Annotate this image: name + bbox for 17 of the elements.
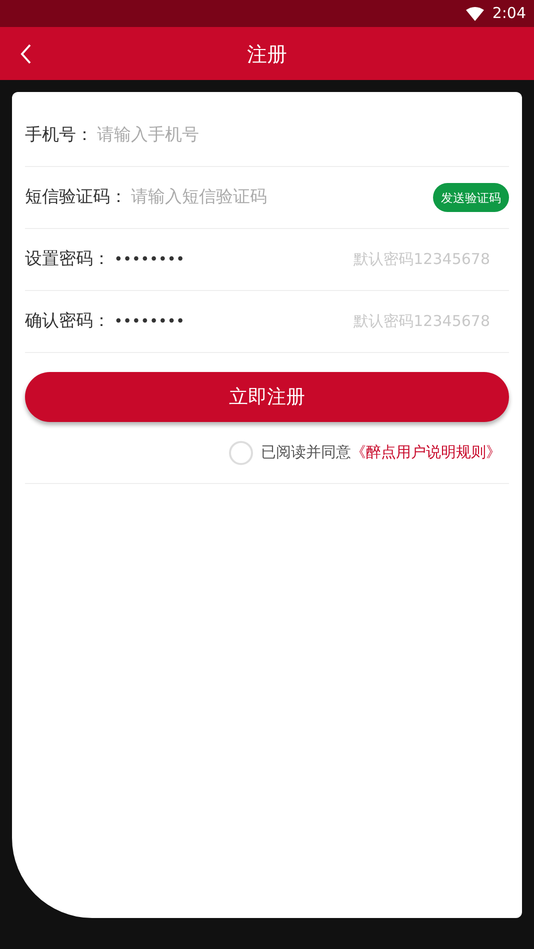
page-title: 注册 bbox=[247, 40, 287, 68]
agreement-text: 已阅读并同意 bbox=[261, 442, 351, 464]
wifi-icon bbox=[466, 6, 484, 20]
field-label: 手机号： bbox=[25, 124, 93, 147]
status-time: 2:04 bbox=[492, 3, 526, 24]
password-field[interactable]: •••••••• bbox=[114, 310, 185, 333]
input-field[interactable]: 请输入短信验证码 bbox=[131, 184, 433, 210]
register-button[interactable]: 立即注册 bbox=[25, 372, 509, 422]
send-code-button[interactable]: 发送验证码 bbox=[433, 183, 509, 212]
field-label: 短信验证码： bbox=[25, 186, 127, 209]
back-icon bbox=[20, 44, 32, 64]
field-label: 确认密码： bbox=[25, 310, 110, 333]
rules-link[interactable]: 《醉点用户说明规则》 bbox=[351, 441, 501, 464]
agree-checkbox[interactable] bbox=[229, 440, 253, 464]
input-field[interactable]: 请输入手机号 bbox=[97, 122, 509, 148]
password-field[interactable]: •••••••• bbox=[114, 248, 185, 271]
field-label: 设置密码： bbox=[25, 248, 110, 271]
